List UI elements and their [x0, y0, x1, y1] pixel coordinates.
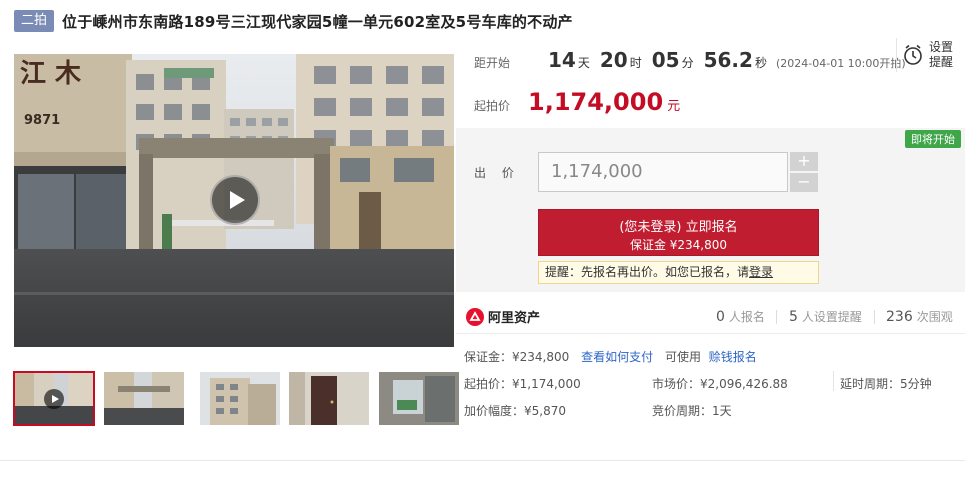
countdown-hours-unit: 时 [629, 56, 642, 70]
reminder-count: 5 人设置提醒 [789, 308, 862, 325]
ali-assets-logo-icon [466, 307, 484, 326]
thumbnail-image [379, 372, 459, 425]
countdown-label: 距开始 [474, 56, 511, 70]
login-link[interactable]: 登录 [749, 265, 773, 279]
start-price-unit: 元 [667, 99, 681, 114]
tip-text: 提醒：先报名再出价。如您已报名，请 [545, 265, 750, 279]
register-button-label: (您未登录) 立即报名 [619, 220, 738, 235]
page-title: 位于嵊州市东南路189号三江现代家园5幢一单元602室及5号车库的不动产 [62, 12, 573, 31]
registered-count-value: 0 [716, 309, 725, 325]
reminder-count-label: 人设置提醒 [801, 310, 862, 324]
auction-round-badge: 二拍 [14, 10, 55, 32]
thumbnail-play-icon [44, 389, 64, 409]
reminder-count-value: 5 [789, 309, 798, 325]
stat-divider [874, 310, 875, 324]
countdown-seconds: 56.2 [703, 48, 753, 72]
thumbnail-image [289, 372, 369, 425]
bid-amount-input[interactable]: 1,174,000 [538, 152, 788, 192]
start-price-label: 起拍价 [474, 99, 511, 113]
how-to-pay-link[interactable]: 查看如何支付 [581, 350, 653, 364]
countdown-row: 距开始 14 天 20 时 05 分 56.2 秒 (2024-04-01 10… [474, 48, 906, 72]
auction-info-grid: 起拍价：¥1,174,000 市场价：¥2,096,426.88 延时周期：5分… [456, 367, 965, 423]
bid-box: 即将开始 出 价 1,174,000 + − (您未登录) 立即报名 保证金 ¥… [456, 128, 965, 292]
set-reminder-button[interactable]: 设置 提醒 [896, 38, 965, 72]
credit-register-link[interactable]: 赊钱报名 [709, 350, 757, 364]
thumbnail-image [200, 372, 280, 425]
countdown-minutes-unit: 分 [681, 56, 694, 70]
stat-divider [776, 310, 777, 324]
thumbnail-image [104, 372, 184, 425]
info-market-price: 市场价：¥2,096,426.88 [652, 377, 788, 391]
countdown-hours: 20 [599, 48, 628, 72]
decrease-bid-button[interactable]: − [790, 173, 818, 192]
thumbnail-gate[interactable] [104, 372, 184, 425]
divider [0, 460, 965, 461]
info-delay-period: 延时周期：5分钟 [840, 377, 932, 391]
registered-count-label: 人报名 [728, 310, 765, 324]
countdown-days: 14 [548, 48, 576, 72]
main-photo-video[interactable]: 江 木 9871 [14, 54, 454, 347]
alarm-clock-icon [904, 44, 922, 65]
play-button[interactable] [210, 175, 260, 225]
thumbnail-building[interactable] [200, 372, 280, 425]
countdown-seconds-unit: 秒 [754, 56, 767, 70]
register-now-button[interactable]: (您未登录) 立即报名 保证金 ¥234,800 [538, 209, 819, 256]
stats-bar: 阿里资产 0 人报名 5 人设置提醒 236 次围观 [456, 300, 965, 334]
start-price-row: 起拍价 1,174,000 元 [474, 88, 680, 116]
reminder-label-line2: 提醒 [929, 55, 954, 69]
info-bid-period: 竞价周期：1天 [652, 404, 732, 418]
thumbnail-door[interactable] [289, 372, 369, 425]
usable-text: 可使用 [664, 350, 701, 364]
countdown-minutes: 05 [651, 48, 680, 72]
auction-start-time: (2024-04-01 10:00开拍) [775, 57, 906, 70]
viewer-count-value: 236 [886, 309, 913, 325]
thumbnail-window[interactable] [379, 372, 459, 425]
register-deposit-label: 保证金 ¥234,800 [629, 238, 728, 252]
ali-assets-brand: 阿里资产 [488, 311, 541, 326]
countdown-days-unit: 天 [577, 56, 590, 70]
bid-label: 出 价 [474, 166, 520, 180]
info-start-price: 起拍价：¥1,174,000 [464, 377, 581, 391]
deposit-row: 保证金：¥234,800 查看如何支付 可使用 赊钱报名 [464, 348, 757, 365]
sign-number: 9871 [24, 113, 60, 128]
status-badge: 即将开始 [905, 130, 961, 148]
info-increment: 加价幅度：¥5,870 [464, 404, 566, 418]
ali-assets-logo[interactable]: 阿里资产 [466, 307, 540, 326]
login-tip: 提醒：先报名再出价。如您已报名，请登录 [538, 261, 819, 284]
thumbnail-video[interactable] [13, 371, 95, 426]
info-divider [833, 371, 834, 391]
reminder-label-line1: 设置 [929, 40, 954, 54]
deposit-text: 保证金：¥234,800 [464, 350, 570, 364]
start-price-value: 1,174,000 [528, 88, 664, 116]
play-icon [229, 191, 245, 209]
title-row: 二拍 位于嵊州市东南路189号三江现代家园5幢一单元602室及5号车库的不动产 [14, 9, 954, 33]
sign-text: 江 木 [20, 59, 81, 89]
viewer-count: 236 次围观 [886, 308, 953, 325]
increase-bid-button[interactable]: + [790, 152, 818, 171]
registered-count: 0 人报名 [716, 308, 765, 325]
auction-panel: 距开始 14 天 20 时 05 分 56.2 秒 (2024-04-01 10… [456, 36, 965, 462]
viewer-count-label: 次围观 [916, 310, 953, 324]
